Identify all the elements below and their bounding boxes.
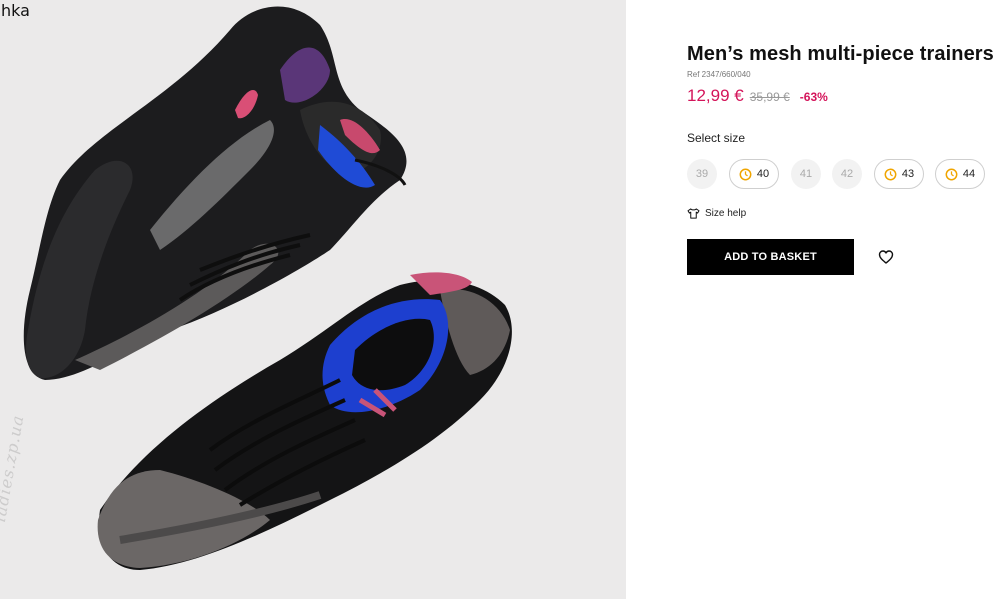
size-option-43[interactable]: 43 [874,159,924,189]
size-help-label: Size help [705,208,747,219]
product-ref: Ref 2347/660/040 [687,70,751,79]
old-price: 35,99 € [749,90,790,104]
discount-badge: -63% [799,90,828,104]
product-info-panel: Men’s mesh multi-piece trainers Ref 2347… [626,0,1000,599]
clock-icon [945,168,958,180]
size-option-41[interactable]: 41 [791,159,821,189]
product-title: Men’s mesh multi-piece trainers [687,43,994,65]
product-image: hka ladies.zp.ua [0,0,626,599]
clock-icon [884,168,897,180]
add-to-basket-button[interactable]: ADD TO BASKET [687,239,854,275]
price-row: 12,99 € 35,99 € -63% [687,86,828,106]
size-label: 40 [756,168,770,180]
size-label: 41 [799,168,813,180]
heart-icon[interactable] [878,249,894,265]
size-option-42[interactable]: 42 [832,159,862,189]
size-label: 39 [695,168,709,180]
sneakers-illustration [23,6,512,570]
size-label: 43 [901,168,915,180]
current-price: 12,99 € [687,86,744,105]
size-options: 39 40 41 42 43 44 [687,159,1000,189]
size-option-44[interactable]: 44 [935,159,985,189]
corner-text: hka [1,1,30,20]
select-size-label: Select size [687,131,746,145]
clock-icon [739,168,752,180]
size-label: 44 [962,168,976,180]
size-help-link[interactable]: Size help [687,208,746,219]
tshirt-icon [687,208,700,219]
size-label: 42 [840,168,854,180]
size-option-39[interactable]: 39 [687,159,717,189]
size-option-40[interactable]: 40 [729,159,779,189]
